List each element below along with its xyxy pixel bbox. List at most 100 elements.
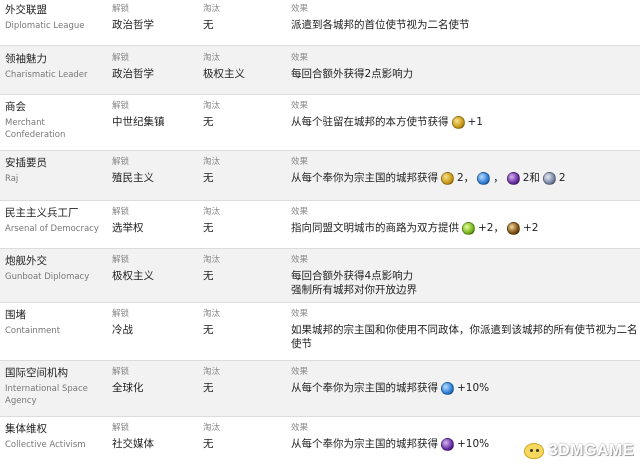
table-row: 民主主义兵工厂 Arsenal of Democracy 解锁 选举权 淘汰 无… <box>0 201 640 249</box>
effect-label: 效果 <box>291 53 309 63</box>
policy-name: 集体维权 <box>5 423 47 435</box>
effect-label: 效果 <box>291 4 309 14</box>
policy-name: 炮舰外交 <box>5 255 47 267</box>
science-icon <box>477 171 491 185</box>
mascot-logo-icon <box>522 441 546 461</box>
effect-text: 从每个奉你为宗主国的城邦获得 <box>291 438 438 450</box>
obsolete-value: 无 <box>203 222 214 234</box>
policy-name: 安插要员 <box>5 157 47 169</box>
policy-name-en: Raj <box>5 174 19 184</box>
policy-name: 国际空间机构 <box>5 367 68 379</box>
culture-icon <box>542 171 556 185</box>
policy-name: 民主主义兵工厂 <box>5 207 79 219</box>
unlock-label: 解锁 <box>112 157 130 167</box>
unlock-value: 社交媒体 <box>112 438 154 450</box>
policy-name-en: Containment <box>5 326 61 336</box>
faith-icon <box>441 437 454 451</box>
obsolete-label: 淘汰 <box>203 309 221 319</box>
policy-name: 围堵 <box>5 309 26 321</box>
unlock-value: 选举权 <box>112 222 144 234</box>
unlock-label: 解锁 <box>112 309 130 319</box>
policy-name: 外交联盟 <box>5 4 47 16</box>
effect-label: 效果 <box>291 101 309 111</box>
policy-name-en: Charismatic Leader <box>5 70 88 80</box>
policy-name-en: Merchant Confederation <box>5 118 66 140</box>
science-icon <box>441 381 454 395</box>
policy-name-en: Collective Activism <box>5 440 86 450</box>
effect-text: 从每个奉你为宗主国的城邦获得 <box>291 172 438 184</box>
effect-text-2: 强制所有城邦对你开放边界 <box>291 284 417 296</box>
obsolete-label: 淘汰 <box>203 255 221 265</box>
obsolete-value: 无 <box>203 19 214 31</box>
effect-label: 效果 <box>291 309 309 319</box>
obsolete-label: 淘汰 <box>203 207 221 217</box>
effect-text: 派遣到各城邦的首位使节视为二名使节 <box>291 19 470 31</box>
obsolete-label: 淘汰 <box>203 4 221 14</box>
unlock-value: 冷战 <box>112 324 133 336</box>
obsolete-value: 无 <box>203 172 214 184</box>
unlock-value: 中世纪集镇 <box>112 116 165 128</box>
policy-name-en: International Space Agency <box>5 384 88 406</box>
effect-text: 从每个奉你为宗主国的城邦获得 <box>291 382 438 394</box>
table-row: 安插要员 Raj 解锁 殖民主义 淘汰 无 效果 从每个奉你为宗主国的城邦获得 … <box>0 151 640 201</box>
unlock-label: 解锁 <box>112 423 130 433</box>
table-row: 国际空间机构 International Space Agency 解锁 全球化… <box>0 361 640 417</box>
unlock-label: 解锁 <box>112 255 130 265</box>
obsolete-value: 极权主义 <box>203 68 245 80</box>
food-icon <box>462 221 475 235</box>
effect-value: +2， <box>478 222 504 234</box>
unlock-label: 解锁 <box>112 53 130 63</box>
table-row: 领袖魅力 Charismatic Leader 解锁 政治哲学 淘汰 极权主义 … <box>0 46 640 95</box>
faith-icon <box>506 171 520 185</box>
effect-value: +10% <box>457 382 490 394</box>
site-watermark: 3DMGAME <box>522 441 634 461</box>
effect-value: +2 <box>522 222 539 234</box>
effect-text: 指向同盟文明城市的商路为双方提供 <box>291 222 459 234</box>
obsolete-label: 淘汰 <box>203 367 221 377</box>
table-row: 围堵 Containment 解锁 冷战 淘汰 无 效果 如果城邦的宗主国和你使… <box>0 303 640 361</box>
effect-value: 2 <box>558 172 566 184</box>
effect-text: 每回合额外获得2点影响力 <box>291 68 414 80</box>
unlock-value: 政治哲学 <box>112 19 154 31</box>
watermark-text: 3DMGAME <box>548 442 634 459</box>
obsolete-label: 淘汰 <box>203 157 221 167</box>
obsolete-value: 无 <box>203 382 214 394</box>
table-row: 外交联盟 Diplomatic League 解锁 政治哲学 淘汰 无 效果 派… <box>0 0 640 46</box>
obsolete-label: 淘汰 <box>203 53 221 63</box>
effect-text: 从每个驻留在城邦的本方使节获得 <box>291 116 449 128</box>
obsolete-value: 无 <box>203 116 214 128</box>
obsolete-value: 无 <box>203 438 214 450</box>
policy-name-en: Diplomatic League <box>5 21 85 31</box>
policy-name-en: Gunboat Diplomacy <box>5 272 90 282</box>
table-row: 商会 Merchant Confederation 解锁 中世纪集镇 淘汰 无 … <box>0 95 640 151</box>
obsolete-label: 淘汰 <box>203 101 221 111</box>
effect-label: 效果 <box>291 255 309 265</box>
effect-label: 效果 <box>291 367 309 377</box>
table-row: 炮舰外交 Gunboat Diplomacy 解锁 极权主义 淘汰 无 效果 每… <box>0 249 640 303</box>
effect-text: 如果城邦的宗主国和你使用不同政体，你派遣到该城邦的所有使节视为二名 <box>291 324 638 336</box>
unlock-value: 全球化 <box>112 382 144 394</box>
production-icon <box>506 221 520 235</box>
gold-icon <box>441 171 454 185</box>
obsolete-value: 无 <box>203 270 214 282</box>
envoy-icon <box>451 115 465 129</box>
policy-name: 领袖魅力 <box>5 53 47 65</box>
unlock-label: 解锁 <box>112 207 130 217</box>
policy-name-en: Arsenal of Democracy <box>5 224 99 234</box>
obsolete-label: 淘汰 <box>203 423 221 433</box>
unlock-value: 殖民主义 <box>112 172 154 184</box>
effect-value: 2， <box>457 172 475 184</box>
unlock-label: 解锁 <box>112 4 130 14</box>
obsolete-value: 无 <box>203 324 214 336</box>
unlock-label: 解锁 <box>112 101 130 111</box>
unlock-value: 政治哲学 <box>112 68 154 80</box>
policy-name: 商会 <box>5 101 26 113</box>
effect-text: 每回合额外获得4点影响力 <box>291 270 414 282</box>
effect-value: 2和 <box>522 172 540 184</box>
effect-label: 效果 <box>291 423 309 433</box>
unlock-label: 解锁 <box>112 367 130 377</box>
effect-text-2: 使节 <box>291 338 312 350</box>
effect-label: 效果 <box>291 157 309 167</box>
effect-sep: ， <box>493 172 504 184</box>
unlock-value: 极权主义 <box>112 270 154 282</box>
